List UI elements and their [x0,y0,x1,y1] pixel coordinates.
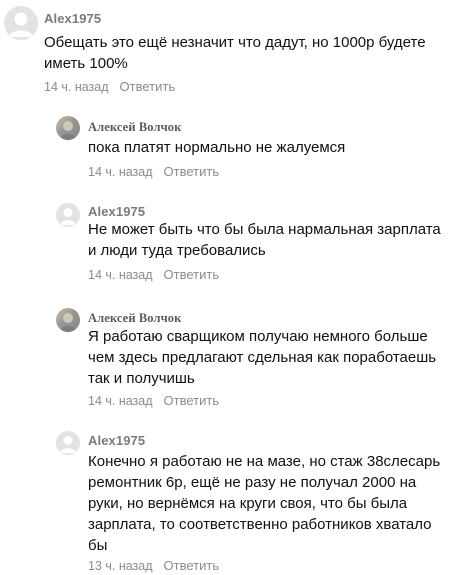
comment: Alex1975 Обещать это ещё незначит что да… [0,0,455,100]
comment-author[interactable]: Alex1975 [88,204,145,219]
user-placeholder-icon [60,436,76,453]
user-photo [59,313,77,332]
comment-time: 14 ч. назад [88,268,153,282]
reply-button[interactable]: Ответить [164,164,220,179]
comment-meta: 13 ч. назад Ответить [88,558,219,573]
user-placeholder-icon [9,12,33,37]
comment-reply: Alex1975 Не может быть что бы была нарма… [0,197,455,297]
avatar[interactable] [56,431,80,455]
reply-button[interactable]: Ответить [164,393,220,408]
comment-meta: 14 ч. назад Ответить [44,79,175,94]
reply-button[interactable]: Ответить [164,558,220,573]
comment-reply: Алексей Волчок пока платят нормально не … [0,110,455,190]
comment-author[interactable]: Алексей Волчок [88,311,181,326]
comment-time: 13 ч. назад [88,559,153,573]
comment-author[interactable]: Алексей Волчок [88,120,181,135]
comment-time: 14 ч. назад [44,80,109,94]
comment-text: Обещать это ещё незначит что дадут, но 1… [44,34,426,72]
comment-author[interactable]: Alex1975 [44,11,101,26]
user-photo [59,121,77,140]
avatar[interactable] [56,308,80,332]
avatar[interactable] [56,116,80,140]
comment-text: пока платят нормально не жалуемся [88,139,346,156]
comment-reply: Alex1975 Конечно я работаю не на мазе, н… [0,427,455,575]
comment-text: Я работаю сварщиком получаю немного боль… [88,328,437,387]
avatar[interactable] [56,203,80,227]
comment-text: Не может быть что бы была нармальная зар… [88,221,441,259]
comment-author[interactable]: Alex1975 [88,433,145,448]
comment-time: 14 ч. назад [88,394,153,408]
comment-text: Конечно я работаю не на мазе, но стаж 38… [88,453,441,554]
comment-meta: 14 ч. назад Ответить [88,267,219,282]
user-placeholder-icon [60,208,76,225]
reply-button[interactable]: Ответить [120,79,176,94]
comment-reply: Алексей Волчок Я работаю сварщиком получ… [0,303,455,418]
comment-meta: 14 ч. назад Ответить [88,164,219,179]
avatar[interactable] [4,6,38,40]
reply-button[interactable]: Ответить [164,267,220,282]
comment-meta: 14 ч. назад Ответить [88,393,219,408]
comment-time: 14 ч. назад [88,165,153,179]
